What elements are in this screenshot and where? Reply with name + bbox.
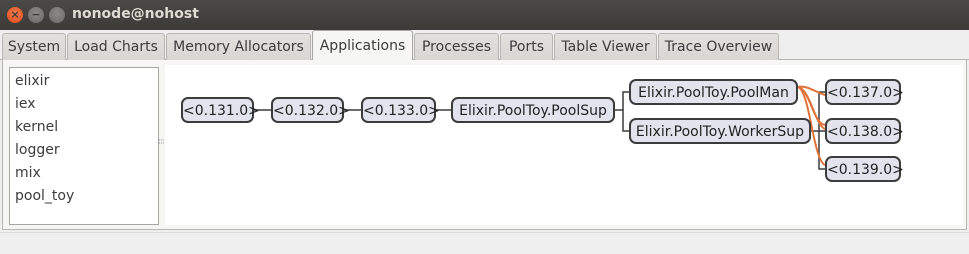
tab-load-charts[interactable]: Load Charts xyxy=(67,33,165,60)
maximize-icon[interactable] xyxy=(49,7,65,23)
tab-bar: System Load Charts Memory Allocators App… xyxy=(0,30,969,61)
edge xyxy=(615,91,629,111)
list-item[interactable]: logger xyxy=(10,139,158,162)
list-item[interactable]: kernel xyxy=(10,116,158,139)
minimize-icon[interactable]: − xyxy=(28,7,44,23)
supervision-tree-canvas[interactable]: <0.131.0> <0.132.0> <0.133.0> Elixir.Poo… xyxy=(165,65,963,225)
close-icon[interactable]: × xyxy=(7,7,23,23)
tab-ports[interactable]: Ports xyxy=(500,33,553,60)
list-item[interactable]: pool_toy xyxy=(10,185,158,208)
tab-processes[interactable]: Processes xyxy=(414,33,499,60)
observer-window: × − nonode@nohost System Load Charts Mem… xyxy=(0,0,969,254)
tab-trace-overview[interactable]: Trace Overview xyxy=(658,33,779,60)
status-bar xyxy=(0,232,969,254)
worker-node[interactable]: <0.139.0> xyxy=(825,156,904,182)
splitter-grip-icon[interactable]: ··· ··· xyxy=(158,137,165,149)
list-item[interactable]: mix xyxy=(10,162,158,185)
list-item[interactable]: iex xyxy=(10,93,158,116)
process-node[interactable]: Elixir.PoolToy.PoolMan xyxy=(629,79,798,105)
process-node[interactable]: <0.132.0> xyxy=(271,97,350,123)
tab-applications[interactable]: Applications xyxy=(312,30,413,61)
worker-node[interactable]: <0.138.0> xyxy=(825,118,904,144)
window-title: nonode@nohost xyxy=(72,6,199,22)
supervisor-node[interactable]: Elixir.PoolToy.PoolSup xyxy=(451,97,615,123)
list-item[interactable]: elixir xyxy=(10,70,158,93)
title-bar: × − nonode@nohost xyxy=(0,0,969,30)
supervisor-node[interactable]: Elixir.PoolToy.WorkerSup xyxy=(629,118,811,144)
worker-node[interactable]: <0.137.0> xyxy=(825,79,904,105)
application-list[interactable]: elixir iex kernel logger mix pool_toy xyxy=(9,67,159,225)
tab-memory-allocators[interactable]: Memory Allocators xyxy=(166,33,311,60)
tab-table-viewer[interactable]: Table Viewer xyxy=(554,33,657,60)
tab-system[interactable]: System xyxy=(2,33,66,60)
process-node[interactable]: <0.131.0> xyxy=(181,97,260,123)
applications-panel: elixir iex kernel logger mix pool_toy ··… xyxy=(2,60,967,230)
process-node[interactable]: <0.133.0> xyxy=(361,97,440,123)
